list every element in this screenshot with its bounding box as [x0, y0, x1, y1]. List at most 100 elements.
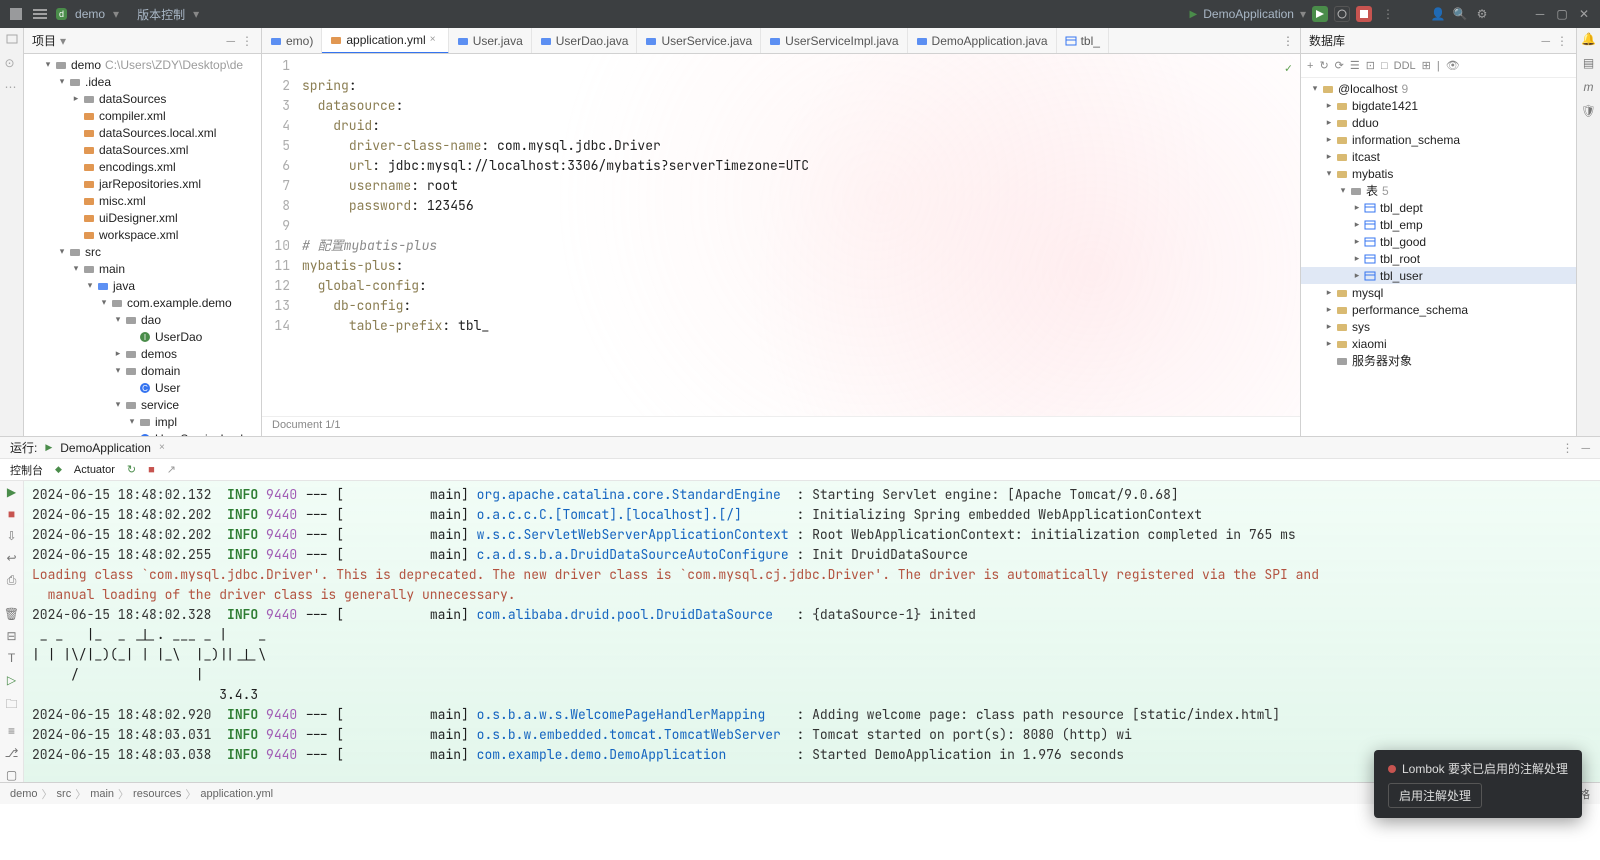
db-tree-item[interactable]: ▸bigdate1421: [1301, 97, 1576, 114]
db-tree-item[interactable]: ▸tbl_emp: [1301, 216, 1576, 233]
tree-item[interactable]: ▸dataSources: [24, 90, 261, 107]
db-tree-item[interactable]: ▸itcast: [1301, 148, 1576, 165]
stop-icon[interactable]: ■: [8, 507, 15, 521]
branch-icon[interactable]: ⎇: [5, 746, 19, 760]
vcs-menu[interactable]: 版本控制: [137, 6, 185, 23]
structure-icon[interactable]: ≡: [8, 724, 15, 738]
db-toolbar-icon[interactable]: ⟳: [1335, 59, 1344, 72]
commit-tool-icon[interactable]: ⊙: [5, 56, 19, 70]
scroll-icon[interactable]: ⇩: [6, 529, 16, 543]
tree-item[interactable]: encodings.xml: [24, 158, 261, 175]
maven-tool-icon[interactable]: m: [1584, 80, 1594, 94]
db-tree-item[interactable]: ▸xiaomi: [1301, 335, 1576, 352]
db-tree-item[interactable]: ▾@localhost9: [1301, 80, 1576, 97]
tree-item[interactable]: ▾domain: [24, 362, 261, 379]
notification-action[interactable]: 启用注解处理: [1388, 783, 1482, 808]
tree-item[interactable]: workspace.xml: [24, 226, 261, 243]
run-config-name[interactable]: DemoApplication: [60, 441, 151, 455]
hamburger-icon[interactable]: [32, 6, 48, 22]
settings-icon[interactable]: ⚙: [1474, 6, 1490, 22]
database-tree[interactable]: ▾@localhost9▸bigdate1421▸dduo▸informatio…: [1301, 78, 1576, 436]
tree-item[interactable]: ▾.idea: [24, 73, 261, 90]
console-output[interactable]: 2024-06-15 18:48:02.132 INFO 9440 --- [ …: [24, 481, 1600, 782]
db-tree-item[interactable]: ▾表5: [1301, 182, 1576, 199]
db-toolbar-icon[interactable]: ⊞: [1422, 59, 1431, 72]
db-tree-item[interactable]: ▸tbl_user: [1301, 267, 1576, 284]
db-toolbar-icon[interactable]: ⊡: [1366, 59, 1375, 72]
more-tools-icon[interactable]: ⋯: [5, 80, 19, 94]
tree-item[interactable]: ▾src: [24, 243, 261, 260]
tree-item[interactable]: ▾service: [24, 396, 261, 413]
main-menu-icon[interactable]: [8, 6, 24, 22]
editor-tab[interactable]: UserServiceImpl.java: [761, 28, 907, 54]
actuator-tab[interactable]: Actuator: [74, 464, 115, 476]
editor-tab[interactable]: UserDao.java: [532, 28, 638, 54]
debug-button[interactable]: [1334, 6, 1350, 22]
close-window-icon[interactable]: ✕: [1576, 6, 1592, 22]
stop-button[interactable]: [1356, 6, 1372, 22]
breadcrumb-item[interactable]: src: [57, 788, 72, 800]
tree-item[interactable]: IUserDao: [24, 328, 261, 345]
db-tree-item[interactable]: ▸performance_schema: [1301, 301, 1576, 318]
database-hide-icon[interactable]: ─: [1541, 34, 1550, 48]
db-tree-item[interactable]: ▸tbl_good: [1301, 233, 1576, 250]
trash-icon[interactable]: 🗑: [4, 607, 19, 621]
project-tool-icon[interactable]: [5, 32, 19, 46]
shield-icon[interactable]: 🛡: [1581, 104, 1596, 118]
tree-item[interactable]: compiler.xml: [24, 107, 261, 124]
notifications-tool-icon[interactable]: 🔔: [1581, 32, 1596, 46]
db-tree-item[interactable]: 服务器对象: [1301, 352, 1576, 369]
tree-item[interactable]: CUser: [24, 379, 261, 396]
editor-tab[interactable]: User.java: [449, 28, 532, 54]
console-tab[interactable]: 控制台: [10, 462, 43, 478]
bookmark-icon[interactable]: 🗀: [5, 695, 17, 716]
tree-item[interactable]: dataSources.xml: [24, 141, 261, 158]
tree-item[interactable]: ▾com.example.demo: [24, 294, 261, 311]
tree-item[interactable]: ▾main: [24, 260, 261, 277]
breadcrumb-item[interactable]: demo: [10, 788, 38, 800]
project-panel-menu-icon[interactable]: ⋮: [241, 34, 253, 48]
editor-tab[interactable]: tbl_: [1057, 28, 1109, 54]
editor-code[interactable]: spring: datasource: druid: driver-class-…: [302, 54, 1300, 416]
tree-item[interactable]: ▾dao: [24, 311, 261, 328]
db-toolbar-icon[interactable]: 👁: [1446, 59, 1460, 72]
db-toolbar-icon[interactable]: ↻: [1319, 59, 1328, 72]
breadcrumb-item[interactable]: application.yml: [200, 788, 273, 800]
editor-tab[interactable]: application.yml×: [322, 28, 448, 54]
close-run-tab-icon[interactable]: ×: [159, 442, 165, 453]
tree-item[interactable]: ▾demoC:\Users\ZDY\Desktop\de: [24, 56, 261, 73]
tree-item[interactable]: dataSources.local.xml: [24, 124, 261, 141]
tree-item[interactable]: ▾java: [24, 277, 261, 294]
editor-tab[interactable]: UserService.java: [637, 28, 761, 54]
tree-item[interactable]: ▸demos: [24, 345, 261, 362]
db-toolbar-icon[interactable]: +: [1307, 60, 1313, 72]
project-panel-hide-icon[interactable]: ─: [226, 34, 235, 48]
gc-icon[interactable]: ▷: [7, 673, 16, 687]
run-panel-hide-icon[interactable]: ─: [1581, 441, 1590, 455]
db-tree-item[interactable]: ▸information_schema: [1301, 131, 1576, 148]
close-tab-icon[interactable]: ×: [430, 34, 440, 45]
db-toolbar-icon[interactable]: DDL: [1394, 60, 1416, 72]
run-button[interactable]: [1312, 6, 1328, 22]
tabs-overflow-icon[interactable]: ⋮: [1276, 34, 1300, 48]
db-tree-item[interactable]: ▸tbl_root: [1301, 250, 1576, 267]
db-tree-item[interactable]: ▾mybatis: [1301, 165, 1576, 182]
terminal-icon[interactable]: ▢: [6, 768, 17, 782]
database-menu-icon[interactable]: ⋮: [1556, 34, 1568, 48]
filter-icon[interactable]: ⊟: [6, 629, 16, 643]
breadcrumb-item[interactable]: main: [90, 788, 114, 800]
minimize-icon[interactable]: ─: [1532, 6, 1548, 22]
db-tree-item[interactable]: ▸mysql: [1301, 284, 1576, 301]
project-name[interactable]: demo: [75, 7, 105, 21]
tree-item[interactable]: ▾impl: [24, 413, 261, 430]
db-toolbar-icon[interactable]: |: [1437, 60, 1440, 72]
search-icon[interactable]: 🔍: [1452, 6, 1468, 22]
tree-item[interactable]: misc.xml: [24, 192, 261, 209]
breadcrumb-item[interactable]: resources: [133, 788, 181, 800]
run-panel-menu-icon[interactable]: ⋮: [1561, 441, 1573, 455]
maximize-icon[interactable]: ▢: [1554, 6, 1570, 22]
run-config[interactable]: DemoApplication: [1203, 7, 1294, 21]
project-tree[interactable]: ▾demoC:\Users\ZDY\Desktop\de▾.idea▸dataS…: [24, 54, 261, 436]
wrap-icon[interactable]: ↩: [6, 551, 16, 565]
db-toolbar-icon[interactable]: ☰: [1350, 59, 1360, 72]
